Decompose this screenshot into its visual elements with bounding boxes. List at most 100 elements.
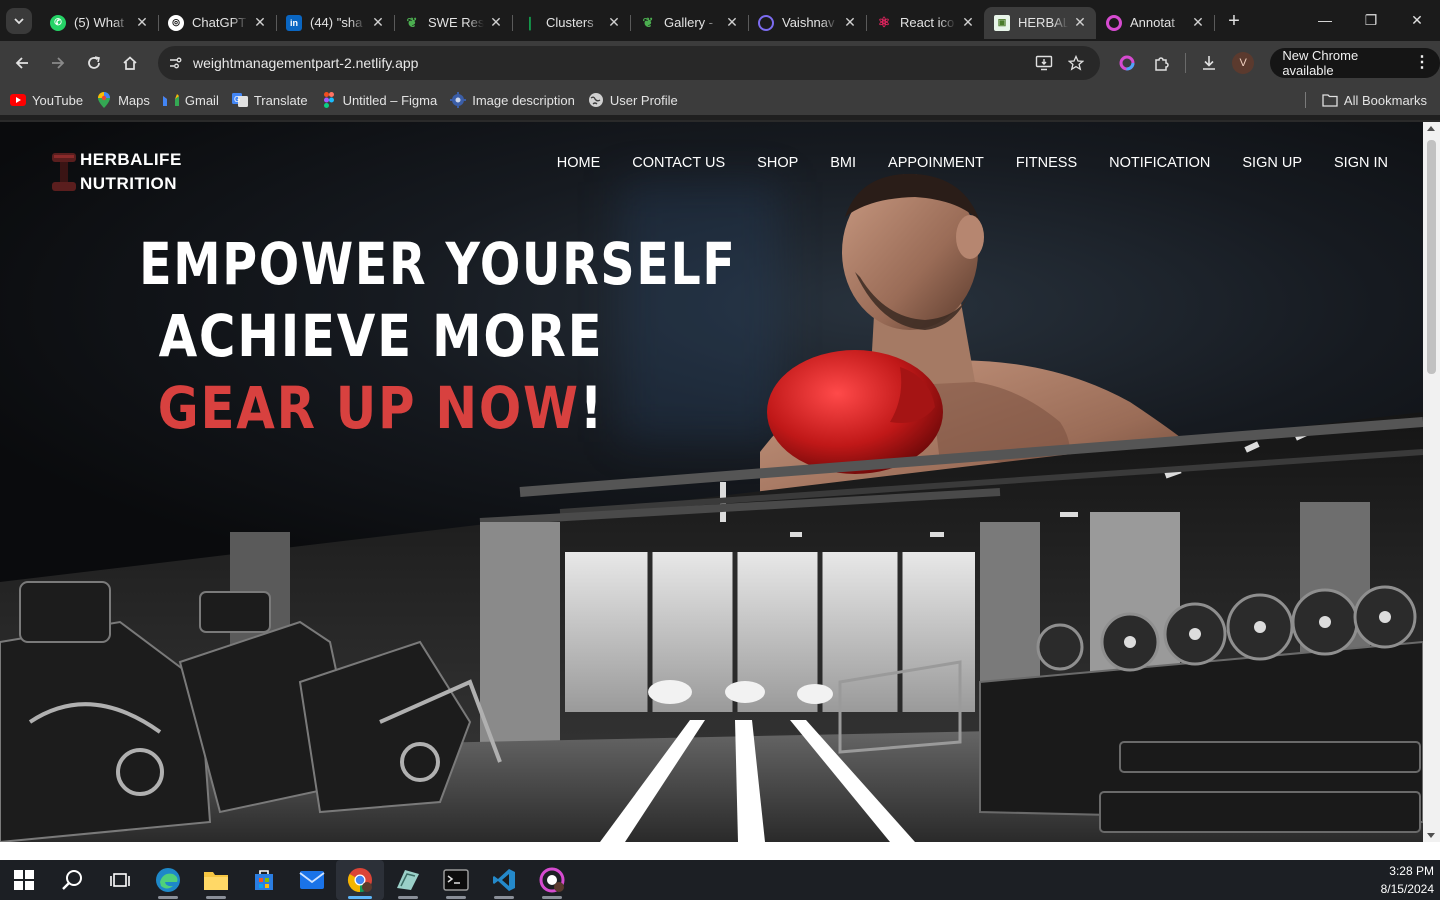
browser-tab[interactable]: ✆ (5) What ✕ bbox=[40, 7, 159, 39]
window-controls: — ❐ ✕ bbox=[1302, 0, 1440, 40]
profile-avatar[interactable]: V bbox=[1226, 45, 1260, 81]
bookmark-label: Maps bbox=[118, 92, 150, 108]
chrome-profile-icon bbox=[539, 867, 565, 893]
close-tab-icon[interactable]: ✕ bbox=[960, 14, 976, 31]
tab-title: SWE Res bbox=[428, 15, 484, 30]
start-button[interactable] bbox=[0, 860, 48, 900]
bookmark-user-profile[interactable]: User Profile bbox=[588, 92, 678, 108]
minimize-icon[interactable]: — bbox=[1302, 0, 1348, 40]
system-clock[interactable]: 3:28 PM 8/15/2024 bbox=[1381, 862, 1434, 898]
site-icon: ▣ bbox=[994, 14, 1010, 31]
download-icon[interactable] bbox=[1192, 45, 1226, 81]
site-info-icon[interactable] bbox=[161, 49, 189, 77]
url-text[interactable]: weightmanagementpart-2.netlify.app bbox=[193, 55, 1028, 71]
translate-icon: G bbox=[231, 92, 248, 108]
browser-tab[interactable]: ❦ Gallery - ✕ bbox=[630, 7, 749, 39]
headline-line-3: GEAR UP NOW! bbox=[127, 372, 634, 444]
address-bar[interactable]: weightmanagementpart-2.netlify.app bbox=[158, 46, 1100, 80]
headline-line-1: EMPOWER YOURSELF bbox=[139, 230, 737, 298]
restore-icon[interactable]: ❐ bbox=[1348, 0, 1394, 40]
nav-notification[interactable]: NOTIFICATION bbox=[1109, 155, 1210, 171]
scroll-down-icon[interactable] bbox=[1427, 833, 1435, 838]
bookmark-figma[interactable]: Untitled – Figma bbox=[321, 92, 438, 108]
taskbar-edge[interactable] bbox=[144, 860, 192, 900]
browser-tab[interactable]: Annotat ✕ bbox=[1096, 7, 1215, 39]
forward-arrow-icon[interactable] bbox=[40, 45, 76, 81]
close-tab-icon[interactable]: ✕ bbox=[1072, 14, 1088, 31]
install-app-icon[interactable] bbox=[1028, 49, 1060, 77]
browser-tab[interactable]: Vaishnav ✕ bbox=[748, 7, 867, 39]
bookmark-maps[interactable]: Maps bbox=[96, 92, 150, 108]
close-tab-icon[interactable]: ✕ bbox=[370, 14, 386, 31]
taskbar-vscode[interactable] bbox=[480, 860, 528, 900]
taskbar-store[interactable] bbox=[240, 860, 288, 900]
tab-title: (44) "sha bbox=[310, 15, 363, 30]
nav-sign-up[interactable]: SIGN UP bbox=[1242, 155, 1302, 171]
nav-appoinment[interactable]: APPOINMENT bbox=[888, 155, 984, 171]
reload-icon[interactable] bbox=[76, 45, 112, 81]
nav-fitness[interactable]: FITNESS bbox=[1016, 155, 1077, 171]
bookmark-translate[interactable]: G Translate bbox=[231, 92, 308, 108]
home-icon[interactable] bbox=[112, 45, 148, 81]
tab-title: Vaishnav bbox=[782, 15, 835, 30]
close-tab-icon[interactable]: ✕ bbox=[134, 14, 150, 31]
windows-logo-icon bbox=[14, 870, 34, 890]
site-nav: HOME CONTACT US SHOP BMI APPOINMENT FITN… bbox=[525, 155, 1388, 171]
browser-tab-active[interactable]: ▣ HERBAL ✕ bbox=[984, 6, 1096, 39]
task-view-button[interactable] bbox=[96, 860, 144, 900]
nav-home[interactable]: HOME bbox=[557, 155, 601, 171]
windows-taskbar bbox=[0, 860, 1440, 900]
bookmark-youtube[interactable]: YouTube bbox=[10, 92, 83, 108]
close-window-icon[interactable]: ✕ bbox=[1394, 0, 1440, 40]
taskbar-chrome-profile[interactable] bbox=[528, 860, 576, 900]
linkedin-icon: in bbox=[286, 14, 302, 31]
taskbar-terminal[interactable] bbox=[432, 860, 480, 900]
taskbar-snipping-tool[interactable] bbox=[384, 860, 432, 900]
search-button[interactable] bbox=[48, 860, 96, 900]
bookmark-image-description[interactable]: Image description bbox=[450, 92, 575, 108]
gear-icon bbox=[450, 92, 467, 108]
tab-title: Gallery - bbox=[664, 15, 714, 30]
tab-search-button[interactable] bbox=[6, 7, 32, 34]
edge-icon bbox=[156, 868, 180, 892]
browser-tab[interactable]: ⚛ React ico ✕ bbox=[866, 7, 985, 39]
chrome-update-button[interactable]: New Chrome available ⋮ bbox=[1270, 48, 1440, 78]
close-tab-icon[interactable]: ✕ bbox=[1190, 14, 1206, 31]
all-bookmarks-button[interactable]: All Bookmarks bbox=[1304, 85, 1427, 115]
browser-tab[interactable]: ◎ ChatGPT ✕ bbox=[158, 7, 277, 39]
bookmark-star-icon[interactable] bbox=[1060, 49, 1092, 77]
close-tab-icon[interactable]: ✕ bbox=[606, 14, 622, 31]
extensions-puzzle-icon[interactable] bbox=[1144, 45, 1178, 81]
back-arrow-icon[interactable] bbox=[4, 45, 40, 81]
nav-contact-us[interactable]: CONTACT US bbox=[632, 155, 725, 171]
extension-ring-icon[interactable] bbox=[1110, 45, 1144, 81]
new-tab-button[interactable]: + bbox=[1220, 8, 1248, 36]
nav-shop[interactable]: SHOP bbox=[757, 155, 798, 171]
nav-sign-in[interactable]: SIGN IN bbox=[1334, 155, 1388, 171]
bookmark-label: Untitled – Figma bbox=[342, 92, 438, 108]
leaf-icon: ❦ bbox=[406, 14, 418, 30]
search-icon bbox=[62, 870, 82, 890]
bookmark-gmail[interactable]: Gmail bbox=[162, 92, 219, 108]
scrollbar-thumb[interactable] bbox=[1427, 140, 1436, 374]
close-tab-icon[interactable]: ✕ bbox=[724, 14, 740, 31]
taskbar-mail[interactable] bbox=[288, 860, 336, 900]
more-menu-icon[interactable]: ⋮ bbox=[1414, 55, 1430, 71]
close-tab-icon[interactable]: ✕ bbox=[252, 14, 268, 31]
page-scrollbar[interactable] bbox=[1423, 122, 1440, 842]
close-tab-icon[interactable]: ✕ bbox=[488, 14, 504, 31]
scroll-up-icon[interactable] bbox=[1427, 126, 1435, 131]
taskbar-chrome[interactable] bbox=[336, 860, 384, 900]
close-tab-icon[interactable]: ✕ bbox=[842, 14, 858, 31]
browser-tab[interactable]: in (44) "sha ✕ bbox=[276, 7, 395, 39]
nav-bmi[interactable]: BMI bbox=[830, 155, 856, 171]
tab-title: ChatGPT bbox=[192, 15, 247, 30]
clock-date: 8/15/2024 bbox=[1380, 882, 1434, 896]
terminal-icon bbox=[443, 869, 469, 891]
bookmark-label: Gmail bbox=[184, 92, 219, 108]
browser-tab[interactable]: ❘ Clusters ✕ bbox=[512, 7, 631, 39]
taskbar-file-explorer[interactable] bbox=[192, 860, 240, 900]
bookmark-label: YouTube bbox=[32, 92, 84, 108]
site-logo[interactable]: HERBALIFE NUTRITION bbox=[50, 148, 182, 196]
browser-tab[interactable]: ❦ SWE Res ✕ bbox=[394, 7, 513, 39]
